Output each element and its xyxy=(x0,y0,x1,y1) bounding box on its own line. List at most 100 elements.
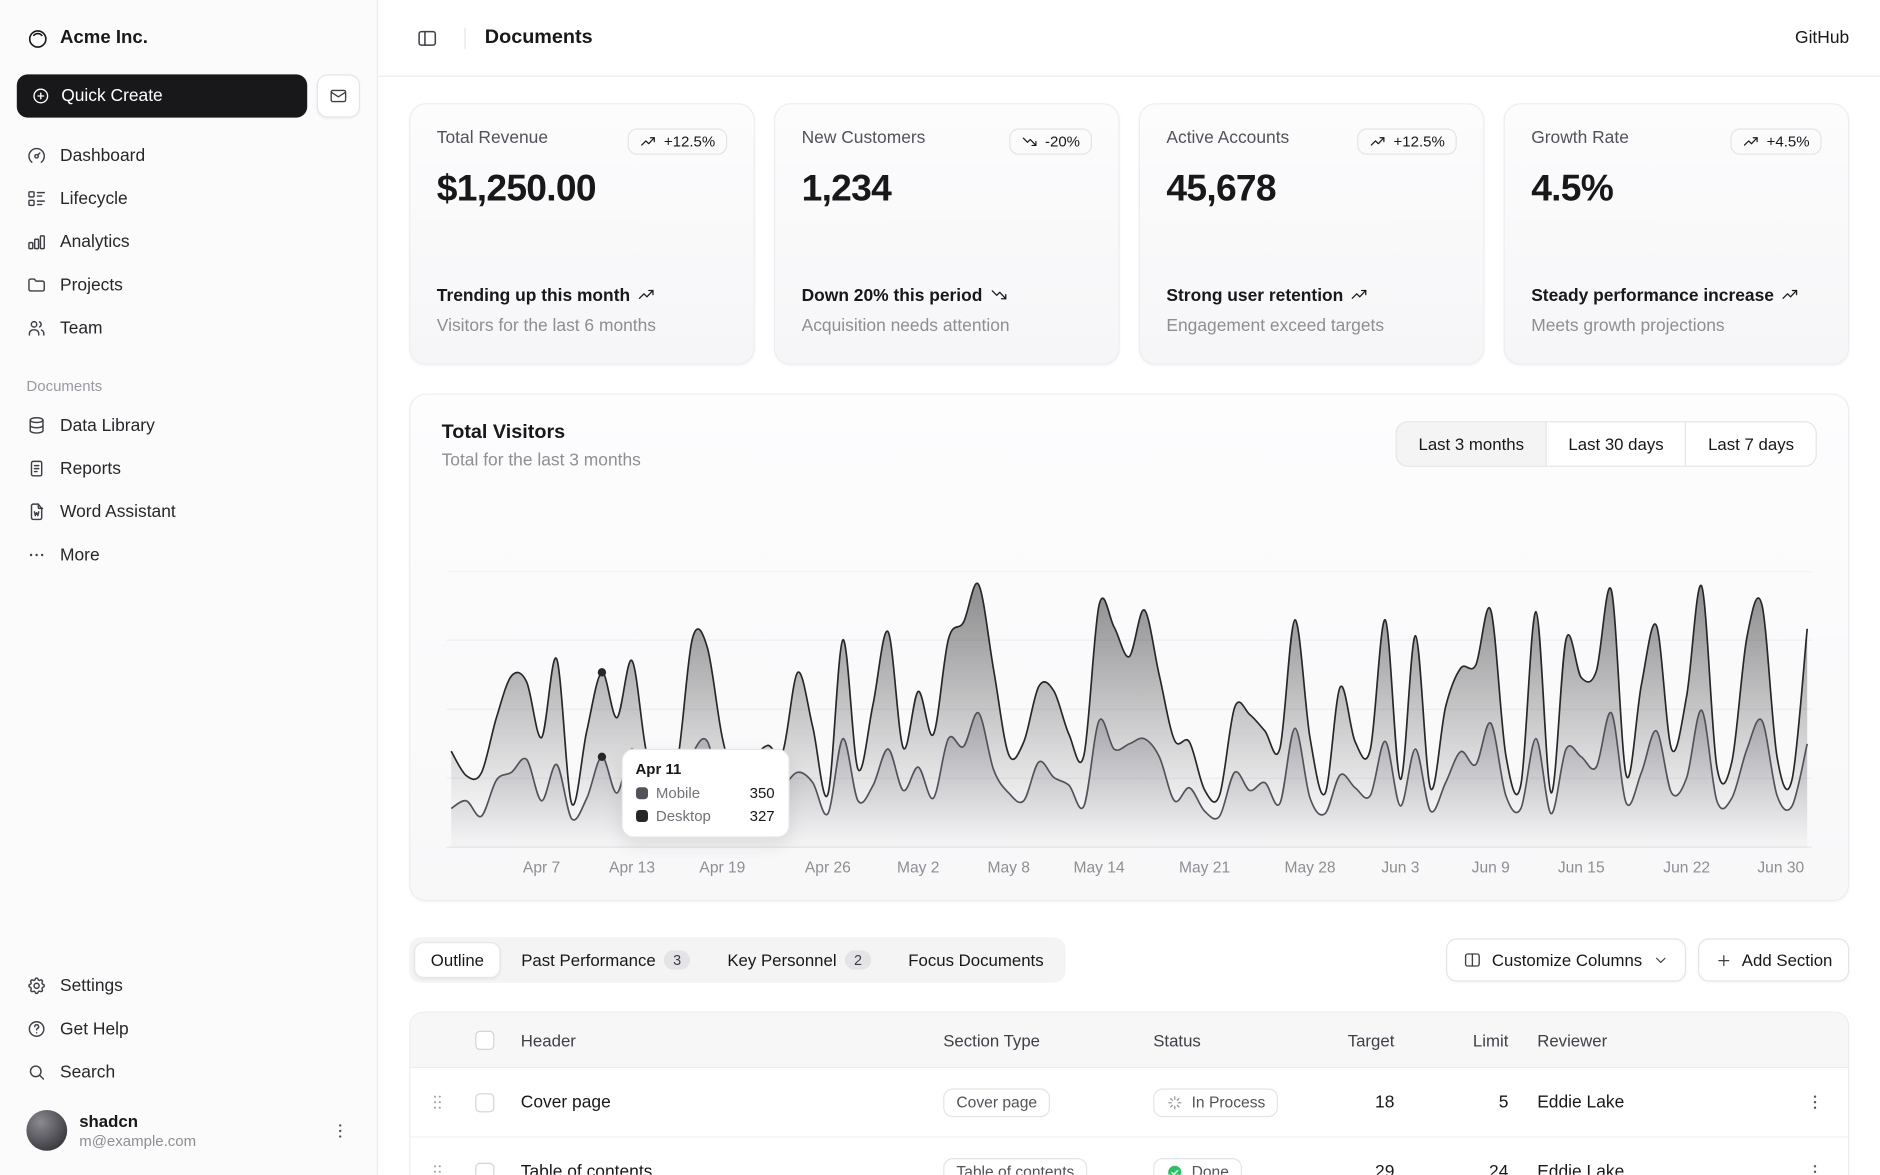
sidebar-item-label: Lifecycle xyxy=(60,189,128,208)
stat-label: Total Revenue xyxy=(437,128,548,147)
sidebar-item-more[interactable]: More xyxy=(17,536,360,573)
user-menu[interactable]: shadcn m@example.com xyxy=(17,1100,360,1160)
page-content: Total Revenue +12.5% $1,250.00 Trending … xyxy=(378,77,1880,1175)
github-link[interactable]: GitHub xyxy=(1795,28,1849,47)
tooltip-row-mobile: Mobile 350 xyxy=(635,785,774,802)
chart-bar-icon xyxy=(26,232,46,252)
svg-text:May 28: May 28 xyxy=(1284,859,1335,876)
quick-create-row: Quick Create xyxy=(17,74,360,117)
row-checkbox[interactable] xyxy=(475,1162,494,1175)
header-divider xyxy=(464,27,465,49)
visitors-chart[interactable]: Apr 7Apr 13Apr 19Apr 26May 2May 8May 14M… xyxy=(446,571,1812,881)
limit-cell[interactable]: 24 xyxy=(1409,1162,1523,1175)
table-row[interactable]: Cover page Cover page In Process 18 5 Ed… xyxy=(410,1068,1848,1138)
nav-secondary: Settings Get Help Search xyxy=(17,967,360,1091)
stat-footer-desc: Engagement exceed targets xyxy=(1166,316,1456,339)
sidebar-item-get-help[interactable]: Get Help xyxy=(17,1010,360,1047)
range-last-7-days[interactable]: Last 7 days xyxy=(1685,422,1815,465)
drag-handle-icon[interactable] xyxy=(427,1162,447,1175)
sidebar-item-team[interactable]: Team xyxy=(17,310,360,347)
row-actions-kebab-icon[interactable] xyxy=(1804,1092,1824,1112)
user-menu-kebab-icon[interactable] xyxy=(330,1120,350,1140)
file-word-icon xyxy=(26,502,46,522)
target-cell[interactable]: 29 xyxy=(1301,1162,1409,1175)
sidebar-item-label: Analytics xyxy=(60,232,130,251)
sidebar-item-search[interactable]: Search xyxy=(17,1054,360,1091)
tab-outline[interactable]: Outline xyxy=(414,942,501,978)
status-badge: In Process xyxy=(1153,1088,1278,1117)
avatar xyxy=(26,1110,67,1151)
stat-card-new-customers: New Customers -20% 1,234 Down 20% this p… xyxy=(774,103,1120,365)
limit-cell[interactable]: 5 xyxy=(1409,1093,1523,1112)
sidebar-item-lifecycle[interactable]: Lifecycle xyxy=(17,180,360,217)
row-actions-kebab-icon[interactable] xyxy=(1804,1162,1824,1175)
tab-key-personnel[interactable]: Key Personnel 2 xyxy=(711,942,888,978)
sidebar-item-analytics[interactable]: Analytics xyxy=(17,223,360,260)
chart-tooltip: Apr 11 Mobile 350 Desktop 327 xyxy=(621,749,789,838)
target-cell[interactable]: 18 xyxy=(1301,1093,1409,1112)
sidebar-item-projects[interactable]: Projects xyxy=(17,266,360,303)
inbox-button[interactable] xyxy=(317,74,360,117)
sidebar-item-reports[interactable]: Reports xyxy=(17,450,360,487)
svg-text:Jun 9: Jun 9 xyxy=(1472,859,1510,876)
stat-cards: Total Revenue +12.5% $1,250.00 Trending … xyxy=(409,103,1849,365)
loader-icon xyxy=(1166,1094,1183,1111)
row-header-cell[interactable]: Cover page xyxy=(506,1093,928,1112)
sidebar-item-label: Team xyxy=(60,319,103,338)
dashboard-icon xyxy=(26,145,46,165)
quick-create-label: Quick Create xyxy=(61,86,163,105)
range-last-30-days[interactable]: Last 30 days xyxy=(1546,422,1686,465)
sidebar-item-word-assistant[interactable]: Word Assistant xyxy=(17,493,360,530)
svg-text:May 8: May 8 xyxy=(987,859,1029,876)
stat-footer-desc: Visitors for the last 6 months xyxy=(437,316,727,339)
stat-value: $1,250.00 xyxy=(437,167,727,210)
tab-past-performance[interactable]: Past Performance 3 xyxy=(504,942,707,978)
range-last-3-months[interactable]: Last 3 months xyxy=(1397,422,1546,465)
stat-footer-title: Steady performance increase xyxy=(1531,285,1821,308)
drag-handle-icon[interactable] xyxy=(427,1092,447,1112)
nav-main: Dashboard Lifecycle Analytics Projects T… xyxy=(17,137,360,347)
trend-badge-value: -20% xyxy=(1045,133,1080,150)
row-checkbox[interactable] xyxy=(475,1093,494,1112)
select-all-checkbox[interactable] xyxy=(475,1030,494,1049)
tooltip-date: Apr 11 xyxy=(635,761,774,778)
svg-text:Apr 26: Apr 26 xyxy=(805,859,851,876)
page-title: Documents xyxy=(485,26,593,49)
sidebar-item-label: Reports xyxy=(60,459,121,478)
reviewer-cell[interactable]: Eddie Lake xyxy=(1523,1093,1781,1112)
mail-icon xyxy=(329,86,348,105)
brand-name: Acme Inc. xyxy=(60,28,148,50)
documents-group-label: Documents xyxy=(17,378,360,395)
view-tabs: Outline Past Performance 3 Key Personnel… xyxy=(409,937,1065,983)
main: Documents GitHub Total Revenue +12.5% $1… xyxy=(378,0,1880,1175)
sidebar-toggle-button[interactable] xyxy=(409,20,445,56)
table-row[interactable]: Table of contents Table of contents Done… xyxy=(410,1138,1848,1175)
stat-label: Growth Rate xyxy=(1531,128,1629,147)
svg-text:May 2: May 2 xyxy=(897,859,939,876)
stat-card-total-revenue: Total Revenue +12.5% $1,250.00 Trending … xyxy=(409,103,755,365)
trend-badge-value: +12.5% xyxy=(1394,133,1445,150)
stat-footer-title: Trending up this month xyxy=(437,285,727,308)
sidebar-item-label: Get Help xyxy=(60,1019,129,1038)
column-reviewer: Reviewer xyxy=(1523,1030,1781,1049)
sidebar-item-data-library[interactable]: Data Library xyxy=(17,407,360,444)
sidebar-item-dashboard[interactable]: Dashboard xyxy=(17,137,360,174)
add-section-button[interactable]: Add Section xyxy=(1697,938,1849,981)
customize-columns-button[interactable]: Customize Columns xyxy=(1446,938,1685,981)
brand[interactable]: Acme Inc. xyxy=(17,12,360,65)
tab-focus-documents[interactable]: Focus Documents xyxy=(891,942,1060,978)
visitors-subtitle: Total for the last 3 months xyxy=(442,451,641,470)
users-icon xyxy=(26,318,46,338)
sidebar-item-settings[interactable]: Settings xyxy=(17,967,360,1004)
sidebar-item-label: Data Library xyxy=(60,416,155,435)
svg-text:Jun 22: Jun 22 xyxy=(1663,859,1710,876)
stat-footer-title: Down 20% this period xyxy=(802,285,1092,308)
stat-label: Active Accounts xyxy=(1166,128,1289,147)
quick-create-button[interactable]: Quick Create xyxy=(17,74,307,117)
folder-icon xyxy=(26,275,46,295)
row-header-cell[interactable]: Table of contents xyxy=(506,1162,928,1175)
stat-card-active-accounts: Active Accounts +12.5% 45,678 Strong use… xyxy=(1139,103,1485,365)
svg-text:Jun 15: Jun 15 xyxy=(1558,859,1605,876)
reviewer-cell[interactable]: Eddie Lake xyxy=(1523,1162,1781,1175)
trending-up-icon xyxy=(637,285,655,303)
